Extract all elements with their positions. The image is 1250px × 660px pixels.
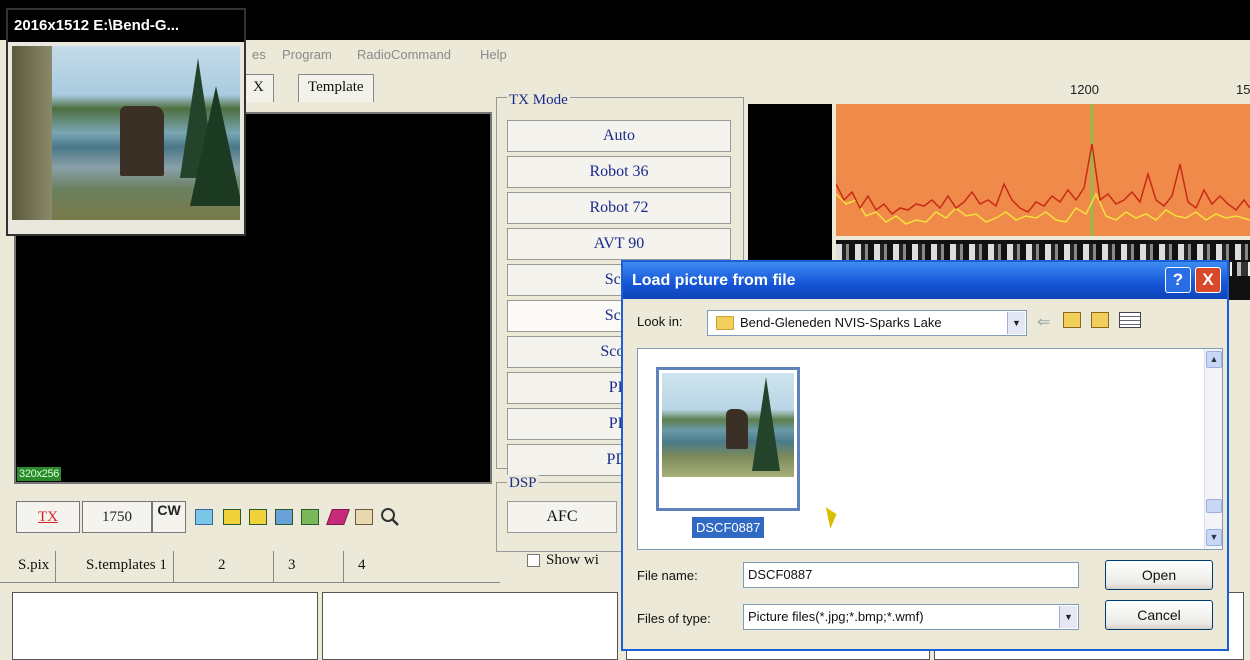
folder-icon — [716, 316, 734, 330]
file-thumbnail-image — [662, 373, 794, 477]
scroll-down-icon[interactable]: ▼ — [1206, 529, 1222, 546]
image-up-icon[interactable] — [246, 501, 270, 533]
preview-toolbar: TX 1750 CW — [10, 497, 495, 539]
paste-icon[interactable] — [352, 501, 376, 533]
afc-button[interactable]: AFC — [507, 501, 617, 533]
open-button[interactable]: Open — [1105, 560, 1213, 590]
tab-tx[interactable]: X — [244, 74, 274, 102]
dsp-label: DSP — [507, 475, 539, 492]
file-name-label[interactable]: DSCF0887 — [692, 517, 765, 538]
scroll-thumb[interactable] — [1206, 499, 1222, 513]
chevron-down-icon[interactable]: ▼ — [1059, 606, 1077, 628]
mode-avt-90-button[interactable]: AVT 90 — [507, 228, 731, 260]
freq-1750-button[interactable]: 1750 — [82, 501, 152, 533]
cancel-button[interactable]: Cancel — [1105, 600, 1213, 630]
freq-tick-1500: 150 — [1236, 82, 1250, 97]
mode-robot-72-button[interactable]: Robot 72 — [507, 192, 731, 224]
view-menu-icon[interactable] — [1119, 312, 1141, 328]
close-button[interactable]: X — [1195, 267, 1221, 293]
app-window: es Program RadioCommand Help X Template … — [0, 0, 1250, 660]
load-picture-dialog: Load picture from file ? X Look in: Bend… — [621, 260, 1229, 651]
menu-item-radiocommand[interactable]: RadioCommand — [357, 47, 451, 62]
tab-template[interactable]: Template — [298, 74, 374, 102]
checkbox-box[interactable] — [527, 554, 540, 568]
chevron-down-icon[interactable]: ▼ — [1007, 312, 1025, 334]
picture-icon[interactable] — [272, 501, 296, 533]
tab-s-templates-1[interactable]: S.templates 1 — [80, 551, 174, 583]
image-up-down-icon[interactable] — [220, 501, 244, 533]
template-slot-1[interactable] — [12, 592, 318, 660]
menu-item-pictures[interactable]: es — [252, 47, 266, 62]
dialog-title: Load picture from file — [632, 272, 796, 289]
thumbnail-title: 2016x1512 E:\Bend-G... — [8, 10, 244, 42]
thumb-rock-shape — [726, 409, 748, 449]
thumbnail-image — [12, 46, 240, 220]
look-in-value: Bend-Gleneden NVIS-Sparks Lake — [740, 315, 942, 330]
up-folder-icon[interactable] — [1063, 312, 1081, 328]
mode-robot-36-button[interactable]: Robot 36 — [507, 156, 731, 188]
rock-shape — [120, 106, 164, 176]
tab-s-pix[interactable]: S.pix — [12, 551, 57, 583]
new-folder-icon[interactable] — [1091, 312, 1109, 328]
menu-item-help[interactable]: Help — [480, 47, 507, 62]
spectrum-display — [836, 104, 1250, 236]
zoom-icon[interactable] — [378, 501, 402, 533]
picture-edit-icon[interactable] — [298, 501, 322, 533]
menu-item-program[interactable]: Program — [282, 47, 332, 62]
back-icon[interactable]: ⇐ — [1037, 312, 1050, 332]
dialog-title-bar: Load picture from file ? X — [623, 262, 1227, 299]
tx-button[interactable]: TX — [16, 501, 80, 533]
bottom-tab-strip: S.pix S.templates 1 2 3 4 — [0, 545, 500, 583]
freq-tick-1200: 1200 — [1070, 82, 1099, 97]
spectrum-trace — [836, 104, 1250, 236]
tab-3[interactable]: 3 — [282, 551, 344, 583]
help-button[interactable]: ? — [1165, 267, 1191, 293]
mode-auto-button[interactable]: Auto — [507, 120, 731, 152]
thumb-tree-shape — [752, 377, 780, 471]
tx-mode-label: TX Mode — [507, 92, 570, 109]
resolution-badge: 320x256 — [17, 467, 62, 481]
look-in-label: Look in: — [637, 314, 683, 329]
file-name-field-label: File name: — [637, 568, 698, 583]
files-of-type-value: Picture files(*.jpg;*.bmp;*.wmf) — [748, 609, 924, 624]
look-in-select[interactable]: Bend-Gleneden NVIS-Sparks Lake ▼ — [707, 310, 1027, 336]
files-of-type-label: Files of type: — [637, 611, 711, 626]
file-name-input[interactable]: DSCF0887 — [743, 562, 1079, 588]
file-thumbnail[interactable] — [656, 367, 800, 511]
thumbnail-window[interactable]: 2016x1512 E:\Bend-G... — [6, 8, 246, 236]
tab-2[interactable]: 2 — [212, 551, 274, 583]
show-window-checkbox[interactable]: Show wi — [527, 552, 599, 569]
text-overlay-icon[interactable] — [192, 501, 216, 533]
file-list-scrollbar[interactable]: ▲ ▼ — [1204, 349, 1222, 549]
tab-4[interactable]: 4 — [352, 551, 414, 583]
template-slot-2[interactable] — [322, 592, 618, 660]
files-of-type-select[interactable]: Picture files(*.jpg;*.bmp;*.wmf) ▼ — [743, 604, 1079, 630]
left-tree-shape — [12, 46, 52, 220]
file-list: DSCF0887 ▲ ▼ — [637, 348, 1223, 550]
cw-button[interactable]: CW — [152, 501, 186, 533]
paint-brush-icon[interactable] — [326, 501, 350, 533]
show-window-label: Show wi — [546, 552, 599, 568]
scroll-up-icon[interactable]: ▲ — [1206, 351, 1222, 368]
tree-shape-lower — [190, 86, 240, 206]
